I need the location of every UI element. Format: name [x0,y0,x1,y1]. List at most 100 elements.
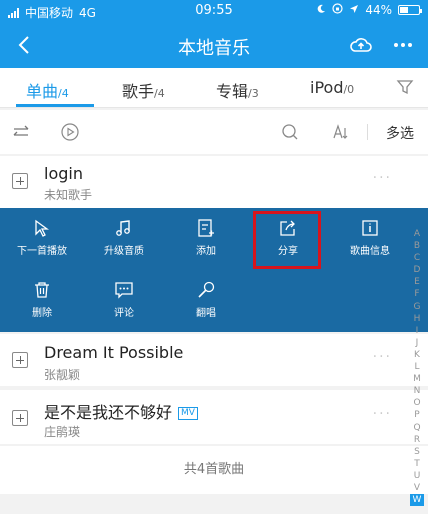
tab-count: /4 [154,87,165,100]
song-action-panel: 下一首播放 升级音质 添加 分享 歌曲信息 删除 评论 翻唱 [0,208,428,332]
more-dots-icon [394,43,412,47]
battery-icon [398,5,422,15]
share-highlight-box [253,211,321,269]
add-icon[interactable] [12,410,28,426]
shuffle-icon [13,125,29,136]
action-add[interactable]: 添加 [176,218,236,257]
tab-songs[interactable]: 单曲/4 [26,78,69,102]
search-button[interactable] [280,122,300,142]
status-bar: 中国移动 4G 09:55 44% [0,0,428,22]
song-more-button[interactable]: ··· [373,170,392,186]
index-letter[interactable]: G [410,301,424,313]
index-letter[interactable]: W [410,494,424,507]
play-all-button[interactable] [60,122,80,142]
more-button[interactable] [390,32,416,58]
info-icon [362,220,378,236]
action-label: 升级音质 [104,246,144,257]
index-letter[interactable]: N [410,385,424,397]
index-letter[interactable]: S [410,446,424,458]
index-letter[interactable]: V [410,482,424,494]
index-letter[interactable]: Q [410,422,424,434]
tab-albums[interactable]: 专辑/3 [216,78,259,102]
mv-badge[interactable]: MV [178,407,198,420]
add-icon[interactable] [12,352,28,368]
index-letter[interactable]: C [410,252,424,264]
index-letter[interactable]: B [410,240,424,252]
action-label: 歌曲信息 [350,246,390,257]
index-letter[interactable]: K [410,349,424,361]
moon-icon [316,3,326,17]
action-delete[interactable]: 删除 [12,280,72,319]
action-label: 下一首播放 [17,246,67,257]
cloud-upload-button[interactable] [348,32,374,58]
index-letter[interactable]: I [410,325,424,337]
song-more-button[interactable]: ··· [373,349,392,365]
index-letter[interactable]: O [410,397,424,409]
location-icon [349,3,359,17]
sort-az-icon [333,124,348,139]
action-comment[interactable]: 评论 [94,280,154,319]
tab-count: /0 [343,83,355,96]
song-title: Dream It Possible [44,343,184,362]
song-artist: 庄鹃瑛 [44,425,81,439]
list-toolbar: 多选 [0,110,428,154]
trash-icon [35,282,49,298]
multi-select-button[interactable]: 多选 [386,123,414,143]
index-letter[interactable]: P [410,409,424,421]
index-letter[interactable]: E [410,276,424,288]
action-play-next[interactable]: 下一首播放 [12,218,72,257]
lock-rotation-icon [332,3,343,17]
tab-ipod[interactable]: iPod/0 [310,78,354,97]
filter-icon [396,80,414,95]
tab-label: iPod [310,78,344,97]
song-title-container: 是不是我还不够好 MV [44,399,198,423]
index-letter[interactable]: H [410,313,424,325]
index-letter[interactable]: A [410,228,424,240]
tab-count: /4 [58,87,69,100]
action-label: 评论 [114,308,134,319]
music-note-icon [116,220,130,236]
alphabet-index-bar[interactable]: ABCDEFGHIJKLMNOPQRSTUVW [410,228,424,507]
tab-label: 单曲 [26,82,59,101]
index-letter[interactable]: J [410,337,424,349]
song-count-footer: 共4首歌曲 [0,446,428,494]
index-letter[interactable]: R [410,434,424,446]
sort-button[interactable] [330,122,350,142]
action-label: 添加 [196,246,216,257]
tab-label: 专辑 [216,82,249,101]
song-row[interactable]: login 未知歌手 ··· [0,156,428,208]
action-upgrade-quality[interactable]: 升级音质 [94,218,154,257]
index-letter[interactable]: D [410,264,424,276]
song-row[interactable]: Dream It Possible 张靓颖 ··· [0,334,428,386]
index-letter[interactable]: L [410,361,424,373]
add-icon[interactable] [12,173,28,189]
search-icon [282,124,298,140]
index-letter[interactable]: T [410,458,424,470]
action-cover-song[interactable]: 翻唱 [176,280,236,319]
index-letter[interactable]: U [410,470,424,482]
status-right: 44% [316,3,422,17]
song-artist: 张靓颖 [44,368,81,382]
tab-count: /3 [248,87,259,100]
index-letter[interactable]: F [410,288,424,300]
action-song-info[interactable]: 歌曲信息 [340,218,400,257]
toolbar-divider [367,124,368,140]
play-mode-button[interactable] [12,122,32,142]
add-to-list-icon [198,219,214,237]
microphone-icon [198,281,215,298]
tab-label: 歌手 [122,82,155,101]
song-more-button[interactable]: ··· [373,406,392,422]
song-title: login [44,164,83,183]
active-tab-indicator [16,104,94,107]
song-row[interactable]: 是不是我还不够好 MV 庄鹃瑛 ··· [0,390,428,444]
song-title: 是不是我还不够好 [44,403,173,422]
battery-percent: 44% [365,3,392,17]
song-artist: 未知歌手 [44,188,93,202]
tab-artists[interactable]: 歌手/4 [122,78,165,102]
cloud-icon [350,38,372,52]
play-next-icon [35,219,49,237]
index-letter[interactable]: M [410,373,424,385]
category-tabs: 单曲/4 歌手/4 专辑/3 iPod/0 [0,68,428,108]
action-label: 翻唱 [196,308,216,319]
filter-button[interactable] [396,78,414,96]
